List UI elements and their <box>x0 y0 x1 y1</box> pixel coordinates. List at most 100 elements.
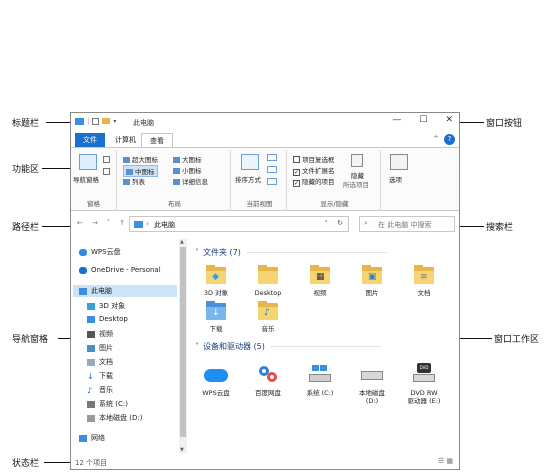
tab-view[interactable]: 查看 <box>141 133 173 147</box>
device-label: 百度网盘 <box>255 389 281 397</box>
scroll-down-icon[interactable]: ▼ <box>180 447 184 453</box>
nav-scrollbar[interactable]: ▲ ▼ <box>179 239 187 453</box>
refresh-icon[interactable]: ↻ <box>337 219 343 227</box>
folder-documents[interactable]: ≡ 文档 <box>397 265 451 297</box>
hidden-items-toggle[interactable]: ✓ 隐藏的项目 <box>293 176 335 187</box>
properties-icon[interactable] <box>92 117 100 125</box>
annotation-address-bar: 路径栏 <box>12 223 40 233</box>
options-button[interactable]: 选项 <box>389 174 402 184</box>
download-arrow-icon: ↓ <box>87 371 94 381</box>
pc-icon <box>75 117 84 125</box>
search-box[interactable]: ⌕ 在 此电脑 中搜索 <box>359 216 455 232</box>
scroll-up-icon[interactable]: ▲ <box>180 239 184 245</box>
tab-file[interactable]: 文件 <box>75 133 105 147</box>
address-bar[interactable]: › 此电脑 ˅ ↻ <box>129 216 349 232</box>
document-icon <box>87 358 95 366</box>
layout-small[interactable]: 小图标 <box>173 165 202 175</box>
device-wps-cloud[interactable]: WPS云盘 <box>189 363 243 397</box>
group-by-icon[interactable] <box>267 154 277 161</box>
help-icon[interactable]: ? <box>444 134 455 145</box>
folder-3d-objects[interactable]: ◆ 3D 对象 <box>189 265 243 297</box>
details-pane-icon[interactable] <box>103 168 110 175</box>
layout-list[interactable]: 列表 <box>123 176 145 186</box>
nav-item-label: 本地磁盘 (D:) <box>99 414 143 422</box>
music-note-icon: ♪ <box>87 385 93 395</box>
nav-item-downloads[interactable]: ↓ 下载 <box>87 371 113 381</box>
device-local-d[interactable]: 本地磁盘 (D:) <box>345 363 399 405</box>
navigation-pane: WPS云盘 OneDrive - Personal 此电脑 3D 对象 Desk… <box>71 239 177 453</box>
chevron-down-icon: ˅ <box>195 248 199 257</box>
device-baidu-netdisk[interactable]: 百度网盘 <box>241 363 295 397</box>
sort-by-button[interactable]: 排序方式 <box>235 174 261 184</box>
minimize-button[interactable]: — <box>392 115 401 125</box>
file-extensions-label: 文件扩展名 <box>302 167 335 175</box>
address-dropdown-icon[interactable]: ˅ <box>325 220 329 228</box>
maximize-button[interactable]: ☐ <box>419 115 427 125</box>
nav-item-label: 视频 <box>99 330 113 338</box>
folder-label: 3D 对象 <box>203 289 229 297</box>
file-extensions-toggle[interactable]: ✓ 文件扩展名 <box>293 165 335 176</box>
layout-large[interactable]: 大图标 <box>173 154 202 164</box>
folder-icon[interactable] <box>102 118 111 124</box>
folder-label: Desktop <box>254 289 282 297</box>
folder-downloads[interactable]: ↓ 下载 <box>189 301 243 333</box>
recent-chevron-icon[interactable]: ˅ <box>107 219 111 227</box>
item-checkboxes-toggle[interactable]: 项目复选框 <box>293 154 335 164</box>
chevron-down-icon[interactable]: ▾ <box>113 118 116 125</box>
layout-group: 超大图标 大图标 中图标 小图标 列表 详细信息 布局 <box>119 150 231 210</box>
scroll-thumb[interactable] <box>180 247 186 437</box>
explorer-window: | ▾ 此电脑 — ☐ ✕ 文件 计算机 查看 ^ ? 导航窗格 窗格 超大图标… <box>70 112 460 470</box>
folder-icon: ♪ <box>256 301 280 321</box>
add-columns-icon[interactable] <box>267 166 277 173</box>
breadcrumb[interactable]: 此电脑 <box>154 220 175 230</box>
back-arrow-icon[interactable]: ← <box>77 219 83 227</box>
cube-icon <box>87 302 95 310</box>
folder-music[interactable]: ♪ 音乐 <box>241 301 295 333</box>
devices-section-header[interactable]: ˅ 设备和驱动器 (5) <box>195 341 381 352</box>
tab-computer[interactable]: 计算机 <box>107 133 144 147</box>
quick-access-toolbar: | ▾ <box>75 117 116 125</box>
nav-item-local-d[interactable]: 本地磁盘 (D:) <box>87 413 142 423</box>
network-icon <box>79 434 87 442</box>
nav-item-video[interactable]: 视频 <box>87 329 113 339</box>
large-icons-view-icon[interactable]: ▦ <box>446 457 453 465</box>
nav-arrows: ← → ˅ ↑ <box>77 219 125 227</box>
forward-arrow-icon[interactable]: → <box>92 219 98 227</box>
ribbon-collapse-icon[interactable]: ^ <box>433 135 439 143</box>
nav-item-onedrive[interactable]: OneDrive - Personal <box>79 266 161 274</box>
nav-item-wps[interactable]: WPS云盘 <box>79 247 121 257</box>
close-button[interactable]: ✕ <box>445 115 453 125</box>
layout-details[interactable]: 详细信息 <box>173 176 208 186</box>
nav-pane-button[interactable]: 导航窗格 <box>73 174 99 184</box>
nav-item-this-pc[interactable]: 此电脑 <box>73 285 177 297</box>
size-columns-icon[interactable] <box>267 178 277 185</box>
show-hide-group: 项目复选框 ✓ 文件扩展名 ✓ 隐藏的项目 隐藏 所选项目 显示/隐藏 <box>289 150 381 210</box>
current-view-group: 排序方式 当前视图 <box>233 150 287 210</box>
layout-extra-large[interactable]: 超大图标 <box>123 154 158 164</box>
folder-video[interactable]: ▦ 视频 <box>293 265 347 297</box>
nav-item-network[interactable]: 网络 <box>79 433 105 443</box>
separator: | <box>87 117 90 125</box>
preview-pane-icon[interactable] <box>103 156 110 163</box>
desktop-icon <box>87 315 95 323</box>
nav-item-3d-objects[interactable]: 3D 对象 <box>87 301 125 311</box>
baidu-netdisk-icon <box>254 363 282 385</box>
up-arrow-icon[interactable]: ↑ <box>119 219 125 227</box>
nav-item-desktop[interactable]: Desktop <box>87 315 128 323</box>
device-dvd-rw[interactable]: DVD DVD RW 驱动器 (E:) <box>397 363 451 405</box>
selected-items-button[interactable]: 所选项目 <box>343 179 369 189</box>
onedrive-icon <box>79 266 87 274</box>
search-input[interactable]: 在 此电脑 中搜索 <box>378 220 431 230</box>
folder-pictures[interactable]: ▣ 图片 <box>345 265 399 297</box>
nav-item-label: Desktop <box>99 315 128 323</box>
folder-desktop[interactable]: Desktop <box>241 265 295 297</box>
nav-item-documents[interactable]: 文档 <box>87 357 113 367</box>
nav-item-pictures[interactable]: 图片 <box>87 343 113 353</box>
details-view-icon[interactable]: ☰ <box>438 457 444 465</box>
item-count: 12 个项目 <box>75 459 108 467</box>
device-system-c[interactable]: 系统 (C:) <box>293 363 347 397</box>
hide-icon <box>351 154 363 167</box>
nav-item-system-c[interactable]: 系统 (C:) <box>87 399 128 409</box>
nav-item-music[interactable]: ♪ 音乐 <box>87 385 113 395</box>
folders-section-header[interactable]: ˅ 文件夹 (7) <box>195 247 387 258</box>
